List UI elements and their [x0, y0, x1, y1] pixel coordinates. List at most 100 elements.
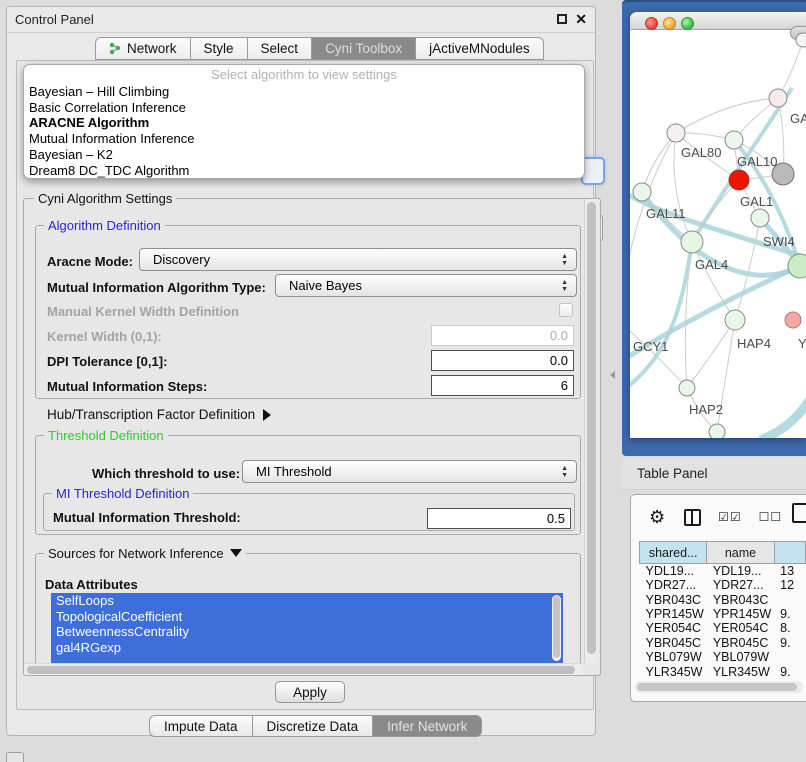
algorithm-dropdown-popup: Select algorithm to view settings Bayesi… [23, 64, 585, 179]
list-item[interactable]: BetweennessCentrality [51, 624, 563, 640]
tab-infer-network[interactable]: Infer Network [372, 715, 482, 737]
tab-cyni-toolbox[interactable]: Cyni Toolbox [311, 37, 415, 60]
float-window-icon[interactable] [557, 14, 567, 24]
tab-impute-data-label: Impute Data [164, 719, 238, 734]
table-row[interactable]: YBR045CYBR045C9. [640, 636, 806, 650]
column-header-name[interactable]: name [707, 542, 774, 564]
list-item[interactable]: gal4RGexp [51, 640, 563, 656]
tab-style[interactable]: Style [190, 37, 247, 60]
settings-vertical-scrollbar[interactable] [584, 199, 597, 663]
column-view-icon[interactable] [684, 509, 701, 526]
node-swi4[interactable] [751, 209, 769, 227]
table-row[interactable]: YDL19...YDL19...13 [640, 564, 806, 579]
node-label: GAL1 [740, 194, 773, 209]
dpi-tolerance-value: 0.0 [550, 353, 568, 368]
sources-title[interactable]: Sources for Network Inference [44, 546, 246, 561]
spinner-arrows-icon: ▲▼ [561, 465, 568, 479]
expanded-arrow-icon [230, 549, 242, 557]
node-gal1[interactable] [729, 170, 749, 190]
gear-icon[interactable]: ⚙ [649, 507, 665, 528]
table-row[interactable]: YPR145WYPR145W9. [640, 607, 806, 621]
mac-close-button[interactable] [645, 17, 658, 30]
mac-minimize-button[interactable] [663, 17, 676, 30]
node-hap2[interactable] [679, 380, 695, 396]
tab-discretize-data[interactable]: Discretize Data [252, 715, 373, 737]
bottom-left-corner-button[interactable] [6, 752, 24, 762]
node-label: GCY1 [633, 339, 668, 354]
node-label: GAL4 [695, 257, 728, 272]
data-attributes-label: Data Attributes [45, 577, 138, 592]
sources-title-label: Sources for Network Inference [48, 546, 224, 561]
hub-definition-label: Hub/Transcription Factor Definition [47, 407, 255, 422]
mi-threshold-field[interactable]: 0.5 [427, 508, 571, 529]
table-row[interactable]: YDR27...YDR27...12 [640, 578, 806, 592]
tab-jactivemnodules[interactable]: jActiveMNodules [415, 37, 544, 60]
kernel-width-value: 0.0 [550, 328, 568, 343]
column-header-partial[interactable] [774, 542, 805, 564]
algorithm-option[interactable]: Mutual Information Inference [24, 131, 584, 147]
column-header-shared[interactable]: shared... [640, 542, 707, 564]
network-window-titlebar[interactable] [630, 12, 806, 30]
list-scrollbar[interactable] [552, 595, 561, 661]
table-row[interactable]: YER054CYER054C8. [640, 621, 806, 635]
node-label: SWI4 [763, 234, 795, 249]
select-all-columns-icon[interactable]: ☑☑ [718, 510, 742, 524]
node-gal80[interactable] [667, 124, 685, 142]
kernel-width-field[interactable]: 0.0 [431, 325, 574, 346]
apply-button[interactable]: Apply [275, 681, 345, 703]
node-gal10[interactable] [725, 131, 743, 149]
mac-zoom-button[interactable] [681, 17, 694, 30]
control-panel-title: Control Panel [15, 12, 94, 27]
table-row[interactable]: YLR345WYLR345W9. [640, 664, 806, 678]
node-label: HAP2 [689, 402, 723, 417]
deselect-all-columns-icon[interactable]: ☐☐ [759, 510, 783, 524]
list-item-partial[interactable] [51, 655, 563, 663]
table-header-row[interactable]: shared... name [640, 542, 806, 564]
tab-infer-network-label: Infer Network [387, 719, 467, 734]
algorithm-option[interactable]: Dream8 DC_TDC Algorithm [24, 163, 584, 179]
table-panel-window: ⚙ ☑☑ ☐☐ shared... name YDL19...YDL19...1… [630, 494, 806, 702]
network-canvas[interactable]: GAL GAL80 GAL10 GAL1 GAL11 SWI4 GAL4 GCY… [630, 30, 806, 438]
threshold-definition-title: Threshold Definition [44, 428, 168, 443]
mi-steps-field[interactable]: 6 [431, 375, 574, 396]
hub-definition-toggle[interactable]: Hub/Transcription Factor Definition [47, 407, 271, 422]
close-icon[interactable]: ✕ [575, 12, 587, 26]
cyni-algorithm-settings-title: Cyni Algorithm Settings [34, 191, 176, 206]
collapsed-arrow-icon [263, 409, 271, 421]
tab-select[interactable]: Select [247, 37, 312, 60]
node-gal11[interactable] [633, 183, 651, 201]
node-gal-partial[interactable] [769, 89, 787, 107]
node-unnamed-top[interactable] [796, 33, 806, 47]
algorithm-option[interactable]: Basic Correlation Inference [24, 100, 584, 116]
manual-kernel-checkbox[interactable] [559, 303, 573, 317]
document-icon-fragment[interactable] [792, 503, 806, 523]
data-attributes-list[interactable]: SelfLoops TopologicalCoefficient Between… [51, 593, 563, 663]
list-item[interactable]: TopologicalCoefficient [51, 609, 563, 625]
aracne-mode-combobox[interactable]: Discovery ▲▼ [139, 248, 577, 271]
dpi-tolerance-field[interactable]: 0.0 [431, 350, 574, 371]
node-big-green[interactable] [788, 254, 806, 278]
algorithm-option[interactable]: Bayesian – Hill Climbing [24, 84, 584, 100]
settings-horizontal-scrollbar[interactable] [25, 663, 583, 675]
table-row[interactable]: YBL079WYBL079W [640, 650, 806, 664]
spinner-arrows-icon: ▲▼ [561, 253, 568, 267]
mi-threshold-label: Mutual Information Threshold: [53, 510, 241, 525]
algorithm-option[interactable]: Bayesian – K2 [24, 147, 584, 163]
algorithm-option-highlighted[interactable]: ARACNE Algorithm [24, 115, 584, 131]
tab-network[interactable]: Network [95, 37, 190, 60]
node-table[interactable]: shared... name YDL19...YDL19...13 YDR27.… [639, 541, 806, 693]
tab-impute-data[interactable]: Impute Data [149, 715, 252, 737]
network-node-labels: GAL GAL80 GAL10 GAL1 GAL11 SWI4 GAL4 GCY… [633, 111, 806, 417]
table-row[interactable]: YBR043CYBR043C [640, 592, 806, 606]
mi-type-combobox[interactable]: Naive Bayes ▲▼ [275, 274, 577, 297]
tab-discretize-data-label: Discretize Data [267, 719, 359, 734]
node-hap4[interactable] [725, 310, 745, 330]
node-unnamed-bottom[interactable] [709, 424, 725, 438]
panel-splitter-handle[interactable] [610, 371, 615, 379]
list-item[interactable]: SelfLoops [51, 593, 563, 609]
which-threshold-combobox[interactable]: MI Threshold ▲▼ [242, 460, 577, 483]
table-horizontal-scrollbar[interactable] [635, 681, 803, 693]
manual-kernel-label: Manual Kernel Width Definition [47, 304, 239, 319]
node-pink[interactable] [785, 312, 801, 328]
node-gal4[interactable] [681, 231, 703, 253]
